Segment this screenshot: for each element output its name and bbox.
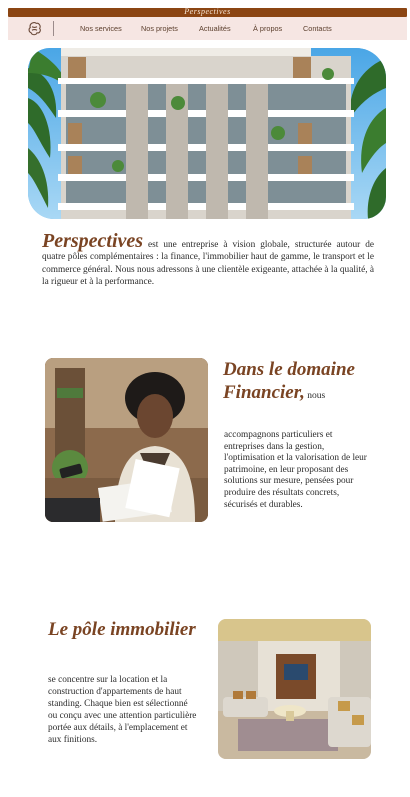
nav-item-projects[interactable]: Nos projets bbox=[141, 24, 199, 33]
building-photo bbox=[28, 48, 386, 219]
page: Perspectives Nos services Nos projets Ac… bbox=[0, 0, 410, 797]
immobilier-text: se concentre sur la location et la const… bbox=[48, 675, 197, 746]
woman-reviewing-documents-photo bbox=[45, 358, 208, 522]
immobilier-title: Le pôle immobilier bbox=[48, 619, 196, 640]
finance-title-text: Dans le domaine Financier, bbox=[223, 359, 355, 403]
nav-item-contacts[interactable]: Contacts bbox=[303, 24, 353, 33]
finance-title: Dans le domaine Financier, nous bbox=[223, 358, 383, 408]
finance-text: accompagnons particuliers et entreprises… bbox=[224, 430, 367, 510]
finance-title-tail: nous bbox=[304, 391, 326, 401]
intro-brand-word: Perspectives bbox=[42, 230, 144, 252]
hero-image bbox=[28, 48, 386, 219]
nav-item-about[interactable]: À propos bbox=[253, 24, 303, 33]
nav-item-services[interactable]: Nos services bbox=[80, 24, 141, 33]
nav-divider bbox=[53, 21, 54, 36]
immobilier-image bbox=[218, 619, 371, 759]
nav-item-news[interactable]: Actualités bbox=[199, 24, 253, 33]
nav-links: Nos services Nos projets Actualités À pr… bbox=[80, 24, 353, 33]
luxury-living-room-photo bbox=[218, 619, 371, 759]
logo-icon[interactable] bbox=[26, 20, 43, 37]
brand-name: Perspectives bbox=[184, 7, 231, 16]
intro-paragraph: Perspectives est une entreprise à vision… bbox=[42, 231, 374, 289]
brand-bar: Perspectives bbox=[8, 7, 407, 17]
finance-image bbox=[45, 358, 208, 522]
navigation-bar: Nos services Nos projets Actualités À pr… bbox=[8, 17, 407, 40]
